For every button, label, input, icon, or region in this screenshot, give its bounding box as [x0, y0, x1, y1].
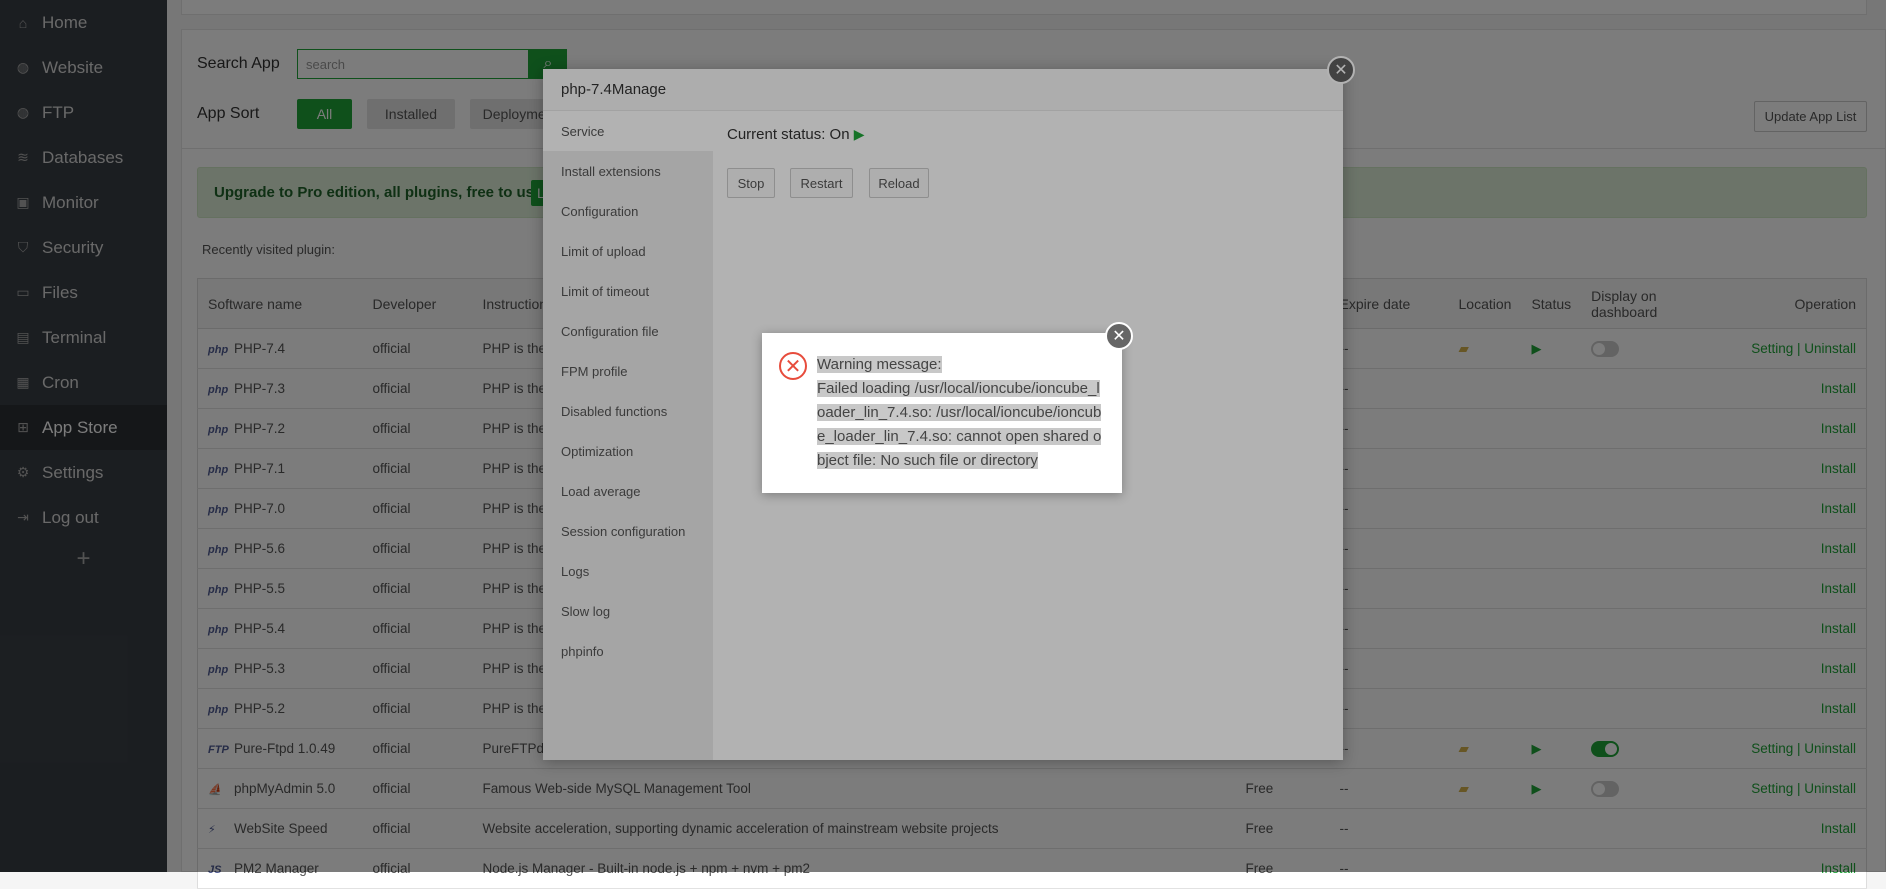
error-message: Warning message: Failed loading /usr/loc…: [817, 353, 1107, 473]
error-body: Failed loading /usr/local/ioncube/ioncub…: [817, 380, 1102, 469]
error-icon: ✕: [779, 352, 807, 380]
error-close-button[interactable]: ✕: [1105, 322, 1133, 350]
error-dialog: ✕ Warning message: Failed loading /usr/l…: [762, 333, 1122, 493]
error-title: Warning message:: [817, 356, 942, 373]
